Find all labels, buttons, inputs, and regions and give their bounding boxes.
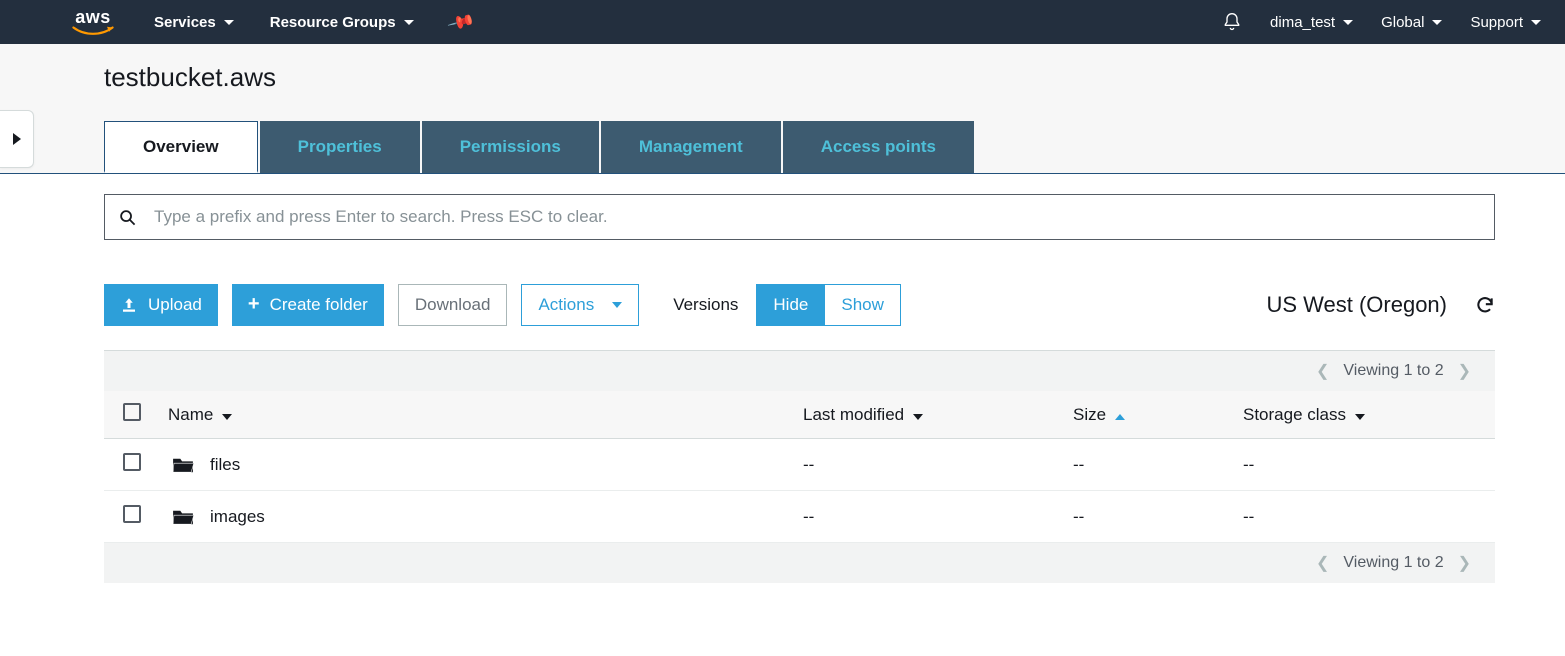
bucket-region-label: US West (Oregon)	[1266, 292, 1447, 318]
nav-account-label: dima_test	[1270, 14, 1335, 31]
column-header-storage-class-label: Storage class	[1243, 405, 1346, 424]
nav-support-label: Support	[1470, 14, 1523, 31]
caret-down-icon	[1343, 20, 1353, 25]
pin-icon: 📌	[446, 7, 476, 36]
folder-icon	[172, 456, 194, 474]
triangle-right-icon	[13, 133, 21, 145]
sort-desc-icon	[222, 414, 232, 420]
nav-account[interactable]: dima_test	[1270, 14, 1353, 31]
prefix-search[interactable]	[104, 194, 1495, 240]
refresh-icon[interactable]	[1475, 295, 1495, 315]
page-title: testbucket.aws	[104, 62, 1565, 93]
nav-pin[interactable]: 📌	[450, 12, 472, 33]
nav-services-label: Services	[154, 14, 216, 31]
cell-size: --	[1065, 491, 1235, 543]
upload-icon	[120, 296, 138, 314]
nav-resource-groups-label: Resource Groups	[270, 14, 396, 31]
column-header-last-modified-label: Last modified	[803, 405, 904, 424]
caret-down-icon	[404, 20, 414, 25]
aws-logo[interactable]: aws	[72, 8, 114, 36]
paging-bar-top: ❮ Viewing 1 to 2 ❯	[104, 351, 1495, 391]
page-next[interactable]: ❯	[1458, 553, 1471, 573]
column-header-name-label: Name	[168, 405, 213, 424]
sort-desc-icon	[1355, 414, 1365, 420]
search-icon	[119, 209, 136, 226]
tab-overview[interactable]: Overview	[104, 121, 258, 173]
global-nav: aws Services Resource Groups 📌 dima_test…	[0, 0, 1565, 44]
versions-label: Versions	[673, 295, 738, 315]
cell-last-modified: --	[795, 439, 1065, 491]
paging-text: Viewing 1 to 2	[1343, 362, 1443, 380]
paging-bar-bottom: ❮ Viewing 1 to 2 ❯	[104, 543, 1495, 583]
versions-show-button[interactable]: Show	[825, 285, 900, 325]
nav-region[interactable]: Global	[1381, 14, 1442, 31]
objects-table: ❮ Viewing 1 to 2 ❯ Name La	[104, 350, 1495, 583]
row-checkbox[interactable]	[123, 453, 141, 471]
page-next[interactable]: ❯	[1458, 361, 1471, 381]
bucket-tabs: Overview Properties Permissions Manageme…	[104, 121, 1565, 173]
aws-smile-icon	[72, 26, 114, 36]
versions-hide-button[interactable]: Hide	[757, 285, 824, 325]
side-panel-toggle[interactable]	[0, 110, 34, 168]
tab-properties[interactable]: Properties	[260, 121, 420, 173]
select-all-checkbox[interactable]	[123, 403, 141, 421]
cell-last-modified: --	[795, 491, 1065, 543]
page-prev[interactable]: ❮	[1316, 553, 1329, 573]
cell-storage-class: --	[1235, 439, 1495, 491]
upload-button-label: Upload	[148, 295, 202, 315]
tab-permissions[interactable]: Permissions	[422, 121, 599, 173]
cell-size: --	[1065, 439, 1235, 491]
bucket-header: testbucket.aws Overview Properties Permi…	[0, 44, 1565, 174]
bell-icon	[1222, 12, 1242, 32]
nav-services[interactable]: Services	[154, 14, 234, 31]
page-prev[interactable]: ❮	[1316, 361, 1329, 381]
paging-text: Viewing 1 to 2	[1343, 554, 1443, 572]
caret-down-icon	[224, 20, 234, 25]
actions-dropdown[interactable]: Actions	[521, 284, 639, 326]
download-button-label: Download	[415, 295, 491, 315]
versions-toggle: Hide Show	[756, 284, 901, 326]
object-toolbar: Upload + Create folder Download Actions …	[104, 284, 1495, 326]
table-row[interactable]: files -- -- --	[104, 439, 1495, 491]
object-name: files	[210, 455, 240, 475]
caret-down-icon	[1531, 20, 1541, 25]
cell-storage-class: --	[1235, 491, 1495, 543]
column-header-size[interactable]: Size	[1065, 391, 1235, 439]
nav-resource-groups[interactable]: Resource Groups	[270, 14, 414, 31]
sort-asc-icon	[1115, 414, 1125, 420]
row-checkbox[interactable]	[123, 505, 141, 523]
create-folder-button-label: Create folder	[270, 295, 368, 315]
column-header-name[interactable]: Name	[160, 391, 795, 439]
tab-management[interactable]: Management	[601, 121, 781, 173]
actions-dropdown-label: Actions	[538, 295, 594, 315]
create-folder-button[interactable]: + Create folder	[232, 284, 384, 326]
download-button[interactable]: Download	[398, 284, 508, 326]
folder-icon	[172, 508, 194, 526]
search-input[interactable]	[154, 207, 1480, 227]
column-header-size-label: Size	[1073, 405, 1106, 424]
caret-down-icon	[612, 302, 622, 308]
sort-desc-icon	[913, 414, 923, 420]
caret-down-icon	[1432, 20, 1442, 25]
tab-access-points[interactable]: Access points	[783, 121, 974, 173]
object-name: images	[210, 507, 265, 527]
upload-button[interactable]: Upload	[104, 284, 218, 326]
table-row[interactable]: images -- -- --	[104, 491, 1495, 543]
column-header-storage-class[interactable]: Storage class	[1235, 391, 1495, 439]
nav-region-label: Global	[1381, 14, 1424, 31]
nav-support[interactable]: Support	[1470, 14, 1541, 31]
column-header-last-modified[interactable]: Last modified	[795, 391, 1065, 439]
nav-notifications[interactable]	[1222, 12, 1242, 32]
